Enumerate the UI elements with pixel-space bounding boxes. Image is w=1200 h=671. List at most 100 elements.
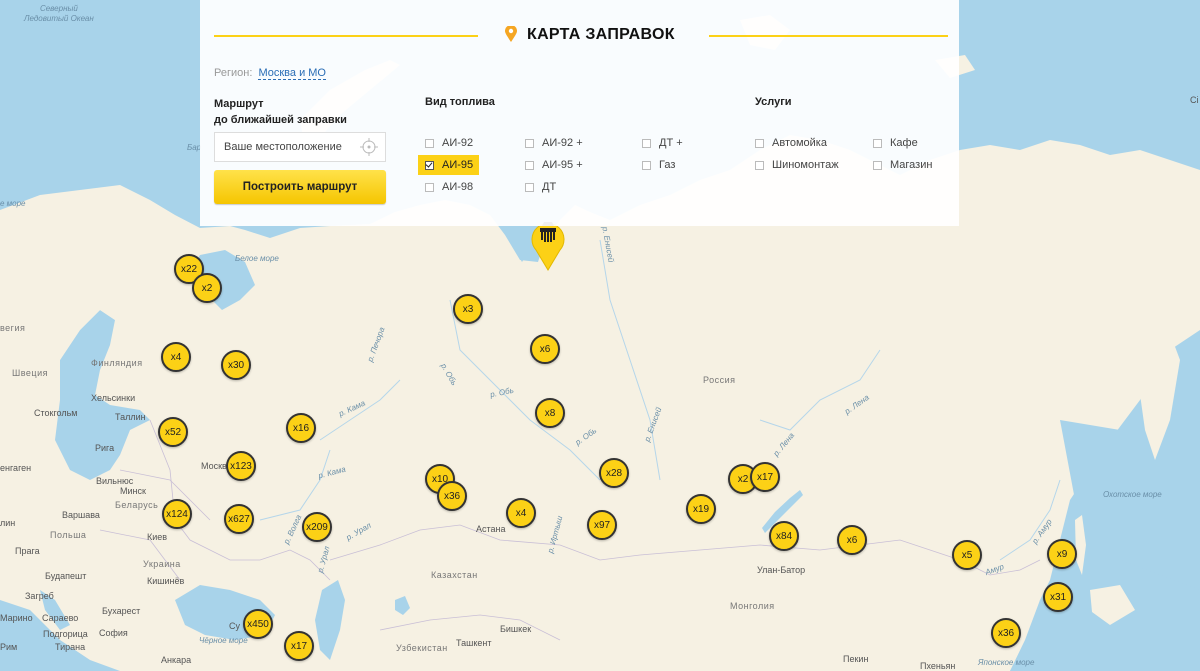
label-budapest: Будапешт	[45, 571, 87, 581]
station-cluster[interactable]: x17	[750, 462, 780, 492]
label-pyongyang: Пхеньян	[920, 661, 956, 671]
station-cluster[interactable]: x209	[302, 512, 332, 542]
region-link[interactable]: Москва и МО	[258, 67, 326, 80]
label-bucharest: Бухарест	[102, 606, 141, 616]
station-cluster[interactable]: x16	[286, 413, 316, 443]
fuel-option-ai92[interactable]: АИ-92	[425, 133, 473, 153]
checkbox	[755, 138, 764, 148]
station-cluster[interactable]: x9	[1047, 539, 1077, 569]
checkbox	[873, 138, 882, 148]
title-row: КАРТА ЗАПРАВОК	[214, 22, 948, 48]
option-label: Газ	[659, 159, 676, 171]
label-astana: Астана	[476, 524, 506, 534]
label-tirana: Тирана	[55, 642, 86, 652]
station-cluster[interactable]: x4	[506, 498, 536, 528]
label-arctic-ocean: Северный Ледовитый Океан	[24, 4, 94, 23]
label-kazakhstan: Казахстан	[431, 570, 478, 580]
label-su: Су	[229, 621, 240, 631]
label-okhotsk-sea: Охотское море	[1103, 490, 1162, 499]
checkbox	[425, 182, 434, 192]
map-pin-icon	[505, 26, 517, 42]
fuel-option-ai98[interactable]: АИ-98	[425, 177, 473, 197]
fuel-option-ai95plus[interactable]: АИ-95 +	[525, 155, 583, 175]
build-route-button[interactable]: Построить маршрут	[214, 170, 386, 204]
route-title-line2: до ближайшей заправки	[214, 114, 347, 126]
option-label: Шиномонтаж	[772, 159, 839, 171]
station-cluster[interactable]: x17	[284, 631, 314, 661]
label-helsinki: Хельсинки	[91, 393, 136, 403]
checkbox	[525, 138, 534, 148]
label-berlin: лин	[0, 518, 16, 528]
label-ulaanbaatar: Улан-Батор	[757, 565, 806, 575]
station-cluster[interactable]: x28	[599, 458, 629, 488]
station-cluster[interactable]: x627	[224, 504, 254, 534]
checkbox-checked	[425, 160, 434, 170]
fuel-option-ai92plus[interactable]: АИ-92 +	[525, 133, 583, 153]
label-sarajevo: Сараево	[42, 613, 79, 623]
services-title: Услуги	[755, 96, 792, 108]
label-tallinn: Таллин	[115, 412, 146, 422]
label-tashkent: Ташкент	[456, 638, 492, 648]
checkbox	[642, 138, 651, 148]
station-cluster[interactable]: x4	[161, 342, 191, 372]
option-label: ДТ +	[659, 137, 683, 149]
station-cluster[interactable]: x84	[769, 521, 799, 551]
label-ukraine: Украина	[143, 559, 181, 569]
label-sofia: София	[99, 628, 128, 638]
label-sweden: Швеция	[12, 368, 48, 378]
region-label: Регион:	[214, 67, 253, 79]
option-label: Автомойка	[772, 137, 827, 149]
service-option-tire[interactable]: Шиномонтаж	[755, 155, 839, 175]
station-cluster[interactable]: x36	[991, 618, 1021, 648]
service-option-carwash[interactable]: Автомойка	[755, 133, 827, 153]
label-chisinau: Кишинёв	[147, 576, 185, 586]
fuel-option-dt[interactable]: ДТ	[525, 177, 556, 197]
station-cluster[interactable]: x3	[453, 294, 483, 324]
option-label: АИ-98	[442, 181, 474, 193]
service-option-shop[interactable]: Магазин	[873, 155, 932, 175]
option-label: Кафе	[890, 137, 918, 149]
fuel-option-gas[interactable]: Газ	[642, 155, 675, 175]
station-cluster[interactable]: x5	[952, 540, 982, 570]
fuel-title: Вид топлива	[425, 96, 495, 108]
station-cluster[interactable]: x19	[686, 494, 716, 524]
station-cluster[interactable]: x52	[158, 417, 188, 447]
label-kyiv: Киев	[147, 532, 168, 542]
station-cluster[interactable]: x450	[243, 609, 273, 639]
region-selector: Регион: Москва и МО	[214, 67, 326, 80]
title-line-right	[709, 35, 948, 37]
label-riga: Рига	[95, 443, 115, 453]
station-cluster[interactable]: x8	[535, 398, 565, 428]
station-cluster[interactable]: x6	[837, 525, 867, 555]
label-copenhagen: енгаген	[0, 463, 32, 473]
station-cluster[interactable]: x6	[530, 334, 560, 364]
checkbox	[525, 160, 534, 170]
service-option-cafe[interactable]: Кафе	[873, 133, 918, 153]
label-norway: вегия	[0, 323, 26, 333]
label-belarus: Беларусь	[115, 500, 159, 510]
station-cluster[interactable]: x30	[221, 350, 251, 380]
option-label: АИ-95	[442, 159, 474, 171]
fuel-option-dtplus[interactable]: ДТ +	[642, 133, 683, 153]
route-title-line1: Маршрут	[214, 98, 264, 110]
checkbox	[425, 138, 434, 148]
station-cluster[interactable]: x2	[192, 273, 222, 303]
route-title: Маршрут до ближайшей заправки	[214, 96, 354, 128]
station-cluster[interactable]: x97	[587, 510, 617, 540]
station-cluster[interactable]: x31	[1043, 582, 1073, 612]
label-japan-sea: Японское море	[978, 658, 1035, 667]
geolocation-icon[interactable]	[360, 138, 378, 156]
label-ankara: Анкара	[161, 655, 192, 665]
label-mongolia: Монголия	[730, 601, 775, 611]
label-warsaw: Варшава	[62, 510, 100, 520]
station-cluster[interactable]: x124	[162, 499, 192, 529]
station-cluster[interactable]: x123	[226, 451, 256, 481]
fuel-option-ai95[interactable]: АИ-95	[418, 155, 480, 175]
label-minsk: Минск	[120, 486, 146, 496]
station-cluster[interactable]: x36	[437, 481, 467, 511]
option-label: АИ-92	[442, 137, 474, 149]
label-finland: Финляндия	[91, 358, 143, 368]
option-label: АИ-92 +	[542, 137, 583, 149]
checkbox	[873, 160, 882, 170]
label-marino: Марино	[0, 613, 33, 623]
